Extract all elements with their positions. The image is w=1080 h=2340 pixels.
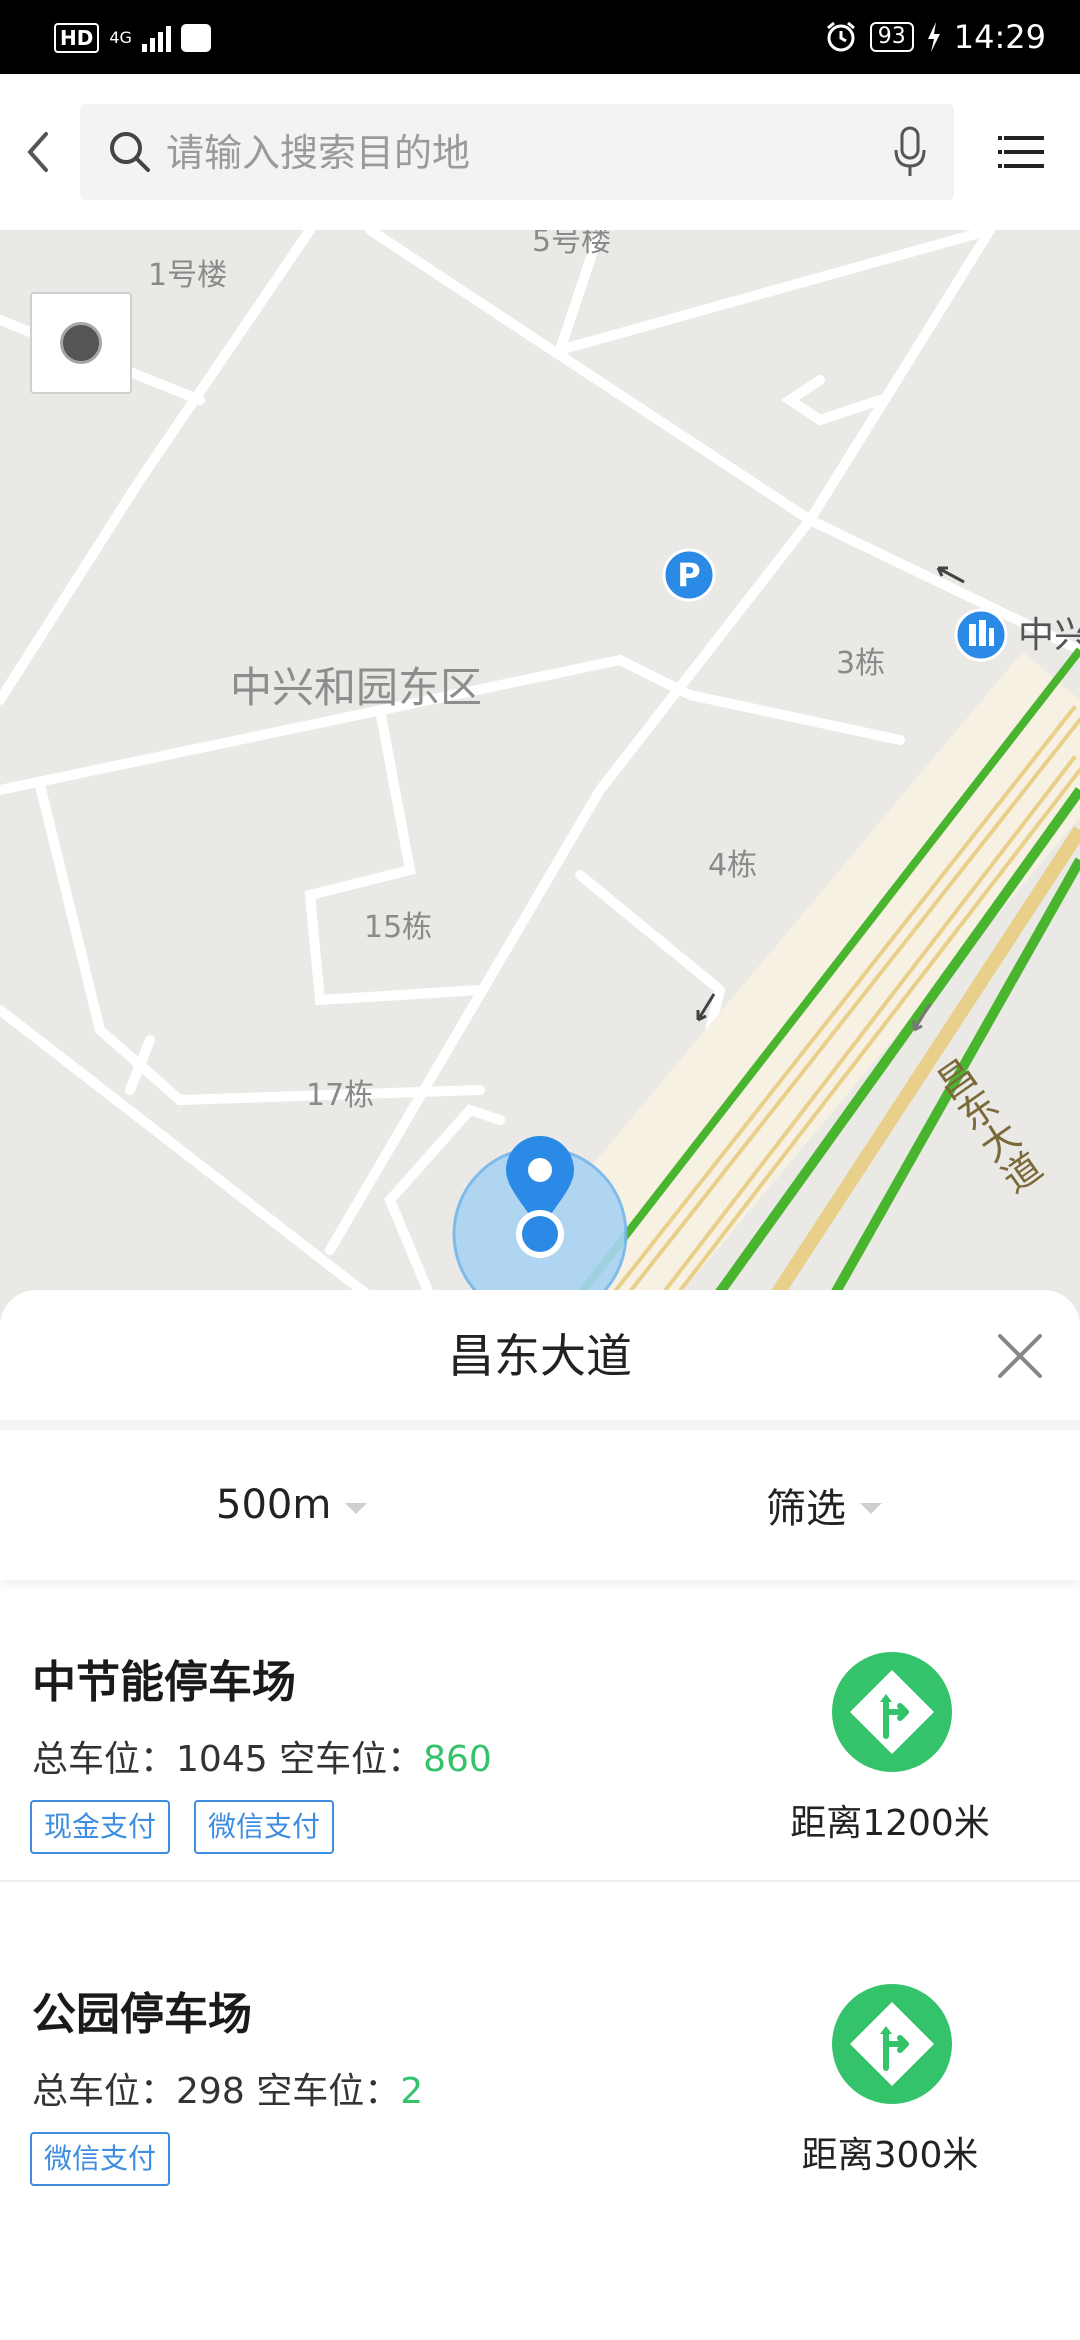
clock: 14:29 (953, 18, 1046, 56)
network-type: 4G (109, 28, 132, 47)
signal-icon (141, 24, 171, 52)
status-left: HD 4G (54, 18, 211, 58)
free-spaces-label: 空车位： (279, 1739, 424, 1780)
search-icon (110, 132, 150, 172)
chevron-down-icon (345, 1502, 368, 1514)
parking-poi-icon[interactable]: P (662, 548, 716, 602)
map-label-poi-partial: 中兴 (1018, 615, 1080, 656)
total-spaces-label: 总车位： (32, 1739, 177, 1780)
map-label-building-3: 3栋 (836, 646, 886, 681)
total-spaces-value: 298 (176, 2071, 245, 2112)
free-spaces-value: 860 (423, 1739, 492, 1780)
close-icon[interactable] (990, 1326, 1050, 1386)
parking-lot-name: 公园停车场 (32, 1989, 252, 2040)
svg-text:P: P (677, 556, 700, 594)
status-right: 93 14:29 (824, 14, 1046, 60)
map-label-building-15: 15栋 (364, 910, 433, 945)
parking-lot-name: 中节能停车场 (32, 1657, 296, 1708)
building-poi-icon[interactable] (954, 608, 1008, 662)
direction-arrow-icon (912, 1003, 932, 1032)
map-label-building-1: 1号楼 (148, 258, 228, 293)
total-spaces-value: 1045 (176, 1739, 268, 1780)
chevron-down-icon (860, 1502, 882, 1514)
parking-lot-item[interactable]: 公园停车场 总车位：298 空车位：2 微信支付 距离300米 (0, 1922, 1080, 2194)
total-spaces-label: 总车位： (32, 2071, 177, 2112)
filter-dropdown[interactable]: 筛选 (766, 1430, 882, 1580)
search-bar[interactable] (80, 104, 954, 202)
direction-arrow-icon (936, 566, 965, 584)
direction-arrow-icon (696, 993, 716, 1022)
payment-tag: 微信支付 (30, 2132, 171, 2186)
back-arrow-icon[interactable] (10, 122, 70, 182)
distance-dropdown-label: 500m (216, 1482, 332, 1528)
hd-indicator: HD (54, 23, 100, 53)
map-label-building-5: 5号楼 (532, 230, 612, 259)
navigate-icon[interactable] (830, 1650, 954, 1774)
parking-lot-stats: 总车位：298 空车位：2 (32, 2062, 423, 2114)
distance-dropdown[interactable]: 500m (216, 1430, 368, 1580)
navigate-icon[interactable] (830, 1982, 954, 2106)
payment-tags: 微信支付 (30, 2132, 171, 2186)
payment-tags: 现金支付 微信支付 (30, 1800, 335, 1854)
free-spaces-label: 空车位： (256, 2071, 401, 2112)
payment-tag: 现金支付 (30, 1800, 171, 1854)
parking-lot-stats: 总车位：1045 空车位：860 (32, 1730, 492, 1782)
sheet-title: 昌东大道 (448, 1329, 632, 1383)
filter-bar: 500m 筛选 (0, 1420, 1080, 1580)
map-label-building-4: 4栋 (708, 848, 758, 883)
divider (0, 1880, 1080, 1882)
filter-dropdown-label: 筛选 (766, 1486, 846, 1532)
top-bar (0, 74, 1080, 230)
microphone-icon[interactable] (890, 124, 930, 180)
list-menu-icon[interactable] (984, 114, 1060, 190)
locate-me-button[interactable] (30, 292, 132, 394)
battery-level: 93 (869, 22, 914, 52)
map-view[interactable]: 1号楼 5号楼 中兴和园东区 3栋 4栋 15栋 17栋 中兴 昌东大道 P (0, 230, 1080, 1320)
charging-icon (927, 22, 940, 52)
free-spaces-value: 2 (400, 2071, 424, 2112)
locate-icon (60, 322, 102, 364)
alarm-icon (826, 21, 855, 52)
parking-lot-item[interactable]: 中节能停车场 总车位：1045 空车位：860 现金支付 微信支付 距离1200… (0, 1590, 1080, 1920)
search-input[interactable] (164, 104, 868, 202)
parking-results-sheet: 昌东大道 500m 筛选 中节能停车场 总车位：1045 空车位：860 现金支… (0, 1290, 1080, 2340)
map-label-district: 中兴和园东区 (230, 663, 483, 712)
map-label-building-17: 17栋 (306, 1078, 375, 1113)
app-notification-icon (180, 24, 211, 52)
payment-tag: 微信支付 (194, 1800, 335, 1854)
parking-lot-distance: 距离1200米 (790, 1803, 990, 1844)
parking-lot-distance: 距离300米 (801, 2135, 979, 2176)
status-bar: HD 4G 93 14:29 (0, 0, 1080, 74)
